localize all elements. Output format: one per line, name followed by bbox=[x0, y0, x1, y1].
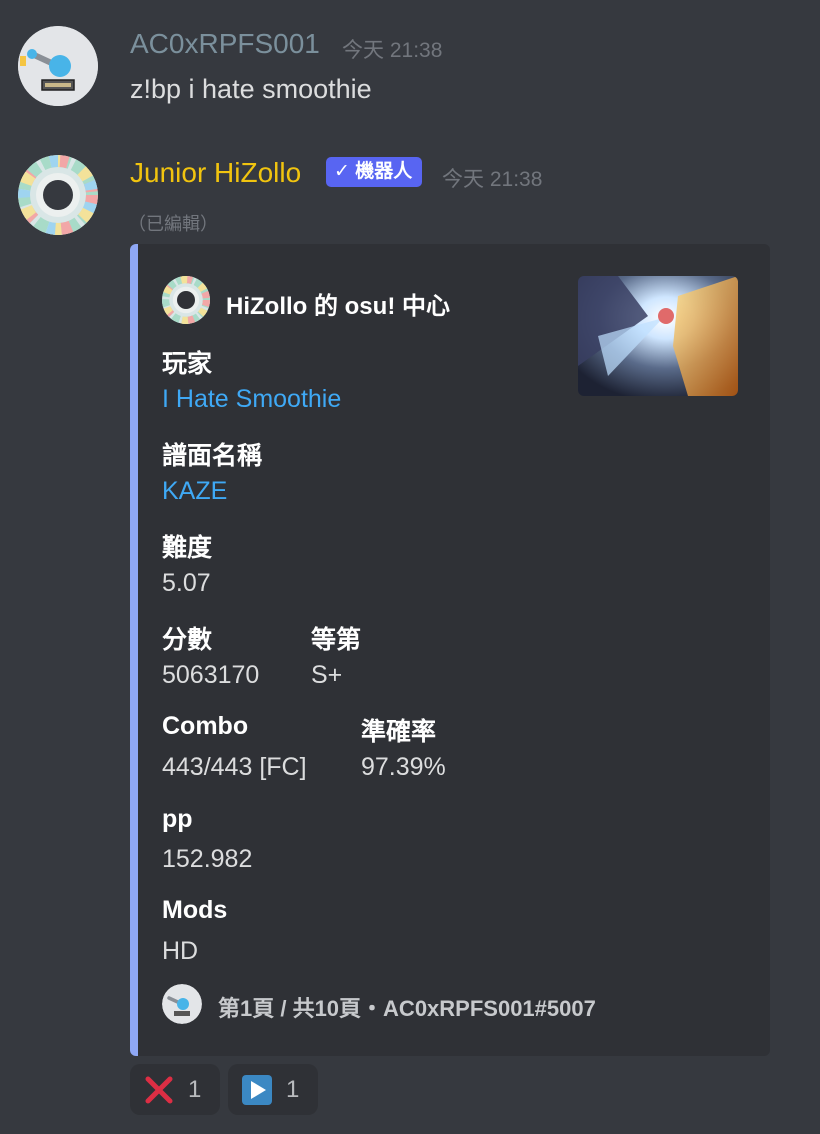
field-difficulty-name: 難度 bbox=[162, 534, 213, 562]
timestamp: 今天 21:38 bbox=[342, 39, 443, 62]
message-content: z!bp i hate smoothie bbox=[130, 74, 372, 104]
robot-icon bbox=[18, 26, 98, 106]
embed-author: HiZollo 的 osu! 中心 bbox=[226, 293, 450, 320]
field-pp-value: 152.982 bbox=[162, 845, 253, 873]
field-accuracy-name: 準確率 bbox=[361, 718, 437, 746]
embed-footer: 第1頁 / 共10頁・AC0xRPFS001#5007 bbox=[218, 996, 596, 1021]
field-pp-name: pp bbox=[162, 805, 193, 833]
field-player-name: 玩家 bbox=[162, 350, 213, 378]
reaction-count: 1 bbox=[188, 1075, 202, 1103]
field-mods-value: HD bbox=[162, 937, 199, 965]
beatmap-thumbnail-image bbox=[578, 276, 738, 396]
bot-tag: ✓ 機器人 bbox=[326, 157, 423, 187]
reaction-play[interactable]: 1 bbox=[228, 1064, 318, 1115]
bot-avatar[interactable] bbox=[18, 155, 98, 235]
field-rank-value: S+ bbox=[311, 661, 343, 689]
embed: HiZollo 的 osu! 中心 玩家 I Hate Smoothie 譜面名… bbox=[130, 244, 770, 1056]
reaction-cross[interactable]: 1 bbox=[130, 1064, 220, 1115]
user-avatar[interactable] bbox=[18, 26, 98, 106]
field-difficulty-value: 5.07 bbox=[162, 569, 211, 597]
field-combo-value: 443/443 [FC] bbox=[162, 753, 307, 781]
embed-footer-icon bbox=[162, 984, 202, 1024]
reaction-count: 1 bbox=[286, 1075, 300, 1103]
field-accuracy-value: 97.39% bbox=[361, 753, 446, 781]
field-player-link[interactable]: I Hate Smoothie bbox=[162, 385, 341, 414]
field-rank-name: 等第 bbox=[311, 626, 362, 654]
field-combo-name: Combo bbox=[162, 712, 249, 740]
embed-thumbnail[interactable] bbox=[578, 276, 738, 396]
verified-check-icon: ✓ bbox=[334, 161, 356, 182]
bot-tag-label: 機器人 bbox=[355, 161, 413, 182]
robot-icon bbox=[162, 984, 202, 1024]
field-mods-name: Mods bbox=[162, 896, 228, 924]
timestamp: 今天 21:38 bbox=[442, 168, 543, 191]
edited-label: （已編輯） bbox=[128, 214, 218, 234]
field-score-name: 分數 bbox=[162, 626, 213, 654]
hizollo-logo-icon bbox=[18, 155, 98, 235]
field-beatmap-name: 譜面名稱 bbox=[162, 442, 263, 470]
embed-author-icon bbox=[162, 276, 210, 324]
username[interactable]: Junior HiZollo bbox=[130, 157, 301, 189]
username[interactable]: AC0xRPFS001 bbox=[130, 28, 320, 60]
play-button-icon bbox=[242, 1074, 272, 1105]
hizollo-logo-icon bbox=[162, 276, 210, 324]
field-beatmap-link[interactable]: KAZE bbox=[162, 477, 227, 506]
cross-mark-icon bbox=[145, 1076, 173, 1103]
field-score-value: 5063170 bbox=[162, 661, 260, 689]
